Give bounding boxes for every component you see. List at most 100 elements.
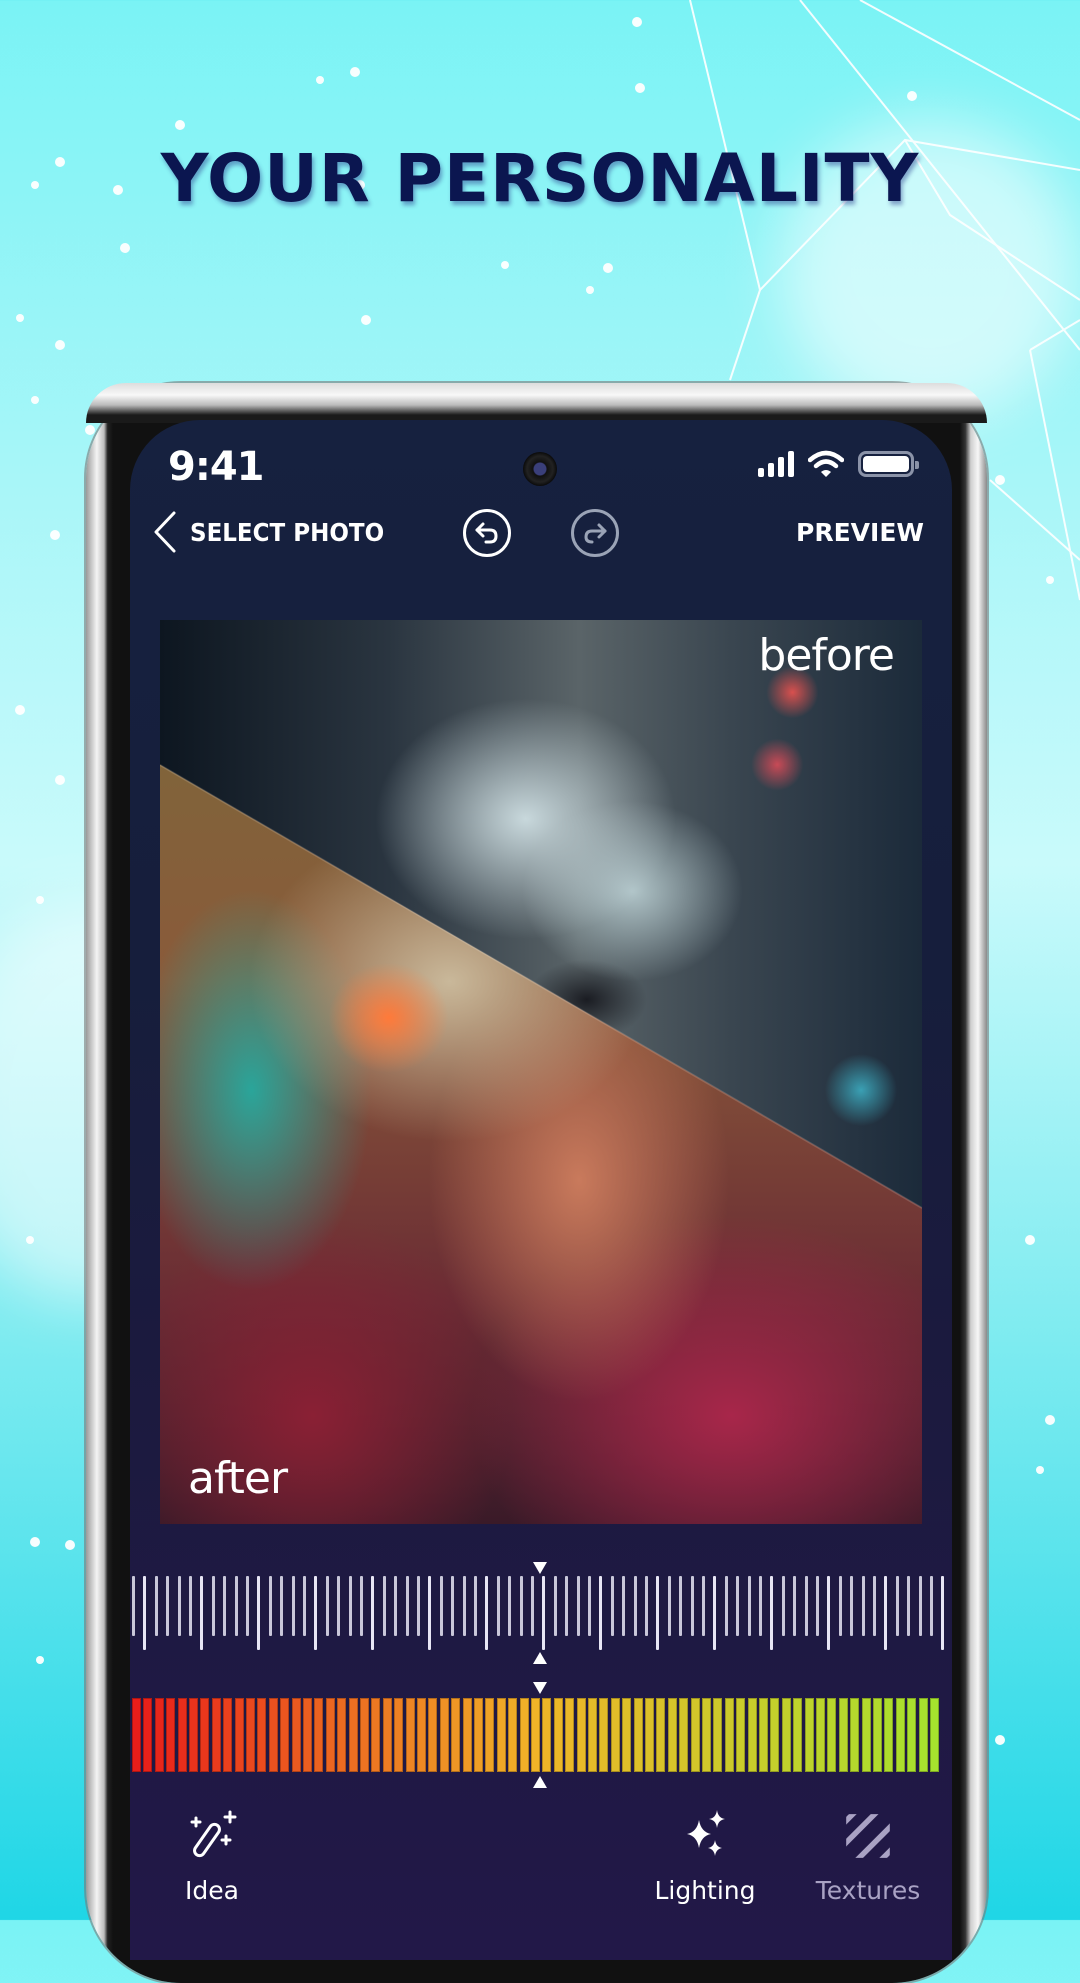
color-marker-bottom[interactable]: [533, 1776, 547, 1788]
ruler-tick: [234, 1576, 238, 1636]
color-segment: [702, 1698, 711, 1772]
color-segment: [838, 1698, 848, 1772]
color-segment: [576, 1698, 586, 1772]
color-segment: [542, 1698, 552, 1772]
ruler-tick: [462, 1576, 466, 1636]
ruler-tick: [360, 1576, 363, 1636]
ruler-tick: [428, 1576, 432, 1650]
ruler-tick: [143, 1576, 147, 1650]
texture-stripes-icon: [846, 1814, 890, 1858]
color-segment: [553, 1698, 563, 1772]
ruler-marker-bottom[interactable]: [533, 1652, 547, 1664]
before-label: before: [758, 630, 895, 681]
color-temperature-slider[interactable]: [130, 1682, 952, 1788]
wifi-icon: [808, 450, 844, 477]
color-segment: [439, 1698, 449, 1772]
ruler-tick: [325, 1576, 329, 1636]
tool-textures[interactable]: Textures: [798, 1808, 938, 1905]
tool-idea[interactable]: Idea: [142, 1808, 282, 1905]
color-segment: [348, 1698, 358, 1772]
color-segment: [268, 1698, 278, 1772]
ruler-tick: [838, 1576, 842, 1636]
ruler-tick: [314, 1576, 318, 1650]
ruler-tick: [177, 1576, 181, 1636]
ruler-tick: [280, 1576, 284, 1636]
intensity-ruler-slider[interactable]: [130, 1560, 952, 1670]
ruler-tick: [303, 1576, 306, 1636]
color-segment: [918, 1698, 928, 1772]
color-segment: [234, 1698, 244, 1772]
color-segment: [189, 1698, 198, 1772]
ruler-tick: [873, 1576, 876, 1636]
ruler-tick: [724, 1576, 728, 1636]
color-segment: [519, 1698, 529, 1772]
tool-lighting[interactable]: Lighting: [635, 1808, 775, 1905]
color-segment: [588, 1698, 597, 1772]
select-photo-label: SELECT PHOTO: [190, 517, 385, 547]
ruler-tick: [781, 1576, 785, 1636]
bottom-toolbar: Idea Lighting Textures: [130, 1800, 952, 1960]
color-segment: [382, 1698, 392, 1772]
ruler-tick: [371, 1576, 375, 1650]
color-segment: [531, 1698, 540, 1772]
color-segment: [907, 1698, 917, 1772]
ruler-tick: [337, 1576, 341, 1636]
undo-icon: [475, 522, 498, 544]
select-photo-button[interactable]: SELECT PHOTO: [152, 510, 401, 554]
ruler-tick: [553, 1576, 557, 1636]
color-marker-top[interactable]: [533, 1682, 547, 1694]
ruler-tick: [656, 1576, 660, 1650]
color-segment: [667, 1698, 677, 1772]
before-after-photo[interactable]: before after: [160, 620, 922, 1524]
ruler-tick: [850, 1576, 854, 1636]
color-segment: [143, 1698, 153, 1772]
after-label: after: [188, 1453, 288, 1504]
ruler-tick: [827, 1576, 831, 1650]
color-segment: [360, 1698, 369, 1772]
ruler-marker-top[interactable]: [533, 1562, 547, 1574]
tool-lighting-label: Lighting: [654, 1876, 756, 1905]
color-segment: [793, 1698, 803, 1772]
color-segment: [428, 1698, 438, 1772]
ruler-tick: [770, 1576, 774, 1650]
preview-button[interactable]: PREVIEW: [796, 518, 924, 547]
ruler-tick: [610, 1576, 614, 1636]
color-segment: [462, 1698, 472, 1772]
ruler-tick: [816, 1576, 819, 1636]
color-segment: [496, 1698, 506, 1772]
color-segment: [690, 1698, 700, 1772]
ruler-tick: [268, 1576, 272, 1636]
split-divider[interactable]: [160, 620, 922, 1524]
color-segment: [200, 1698, 210, 1772]
color-segment: [177, 1698, 187, 1772]
color-segment: [565, 1698, 575, 1772]
redo-icon: [584, 523, 607, 544]
ruler-tick: [793, 1576, 797, 1636]
color-segment: [132, 1698, 141, 1772]
color-segment: [930, 1698, 939, 1772]
ruler-tick: [508, 1576, 512, 1636]
undo-button[interactable]: [463, 509, 511, 557]
ruler-tick: [211, 1576, 215, 1636]
redo-button[interactable]: [571, 509, 619, 557]
color-segment: [291, 1698, 301, 1772]
ruler-tick: [348, 1576, 352, 1636]
ruler-tick: [474, 1576, 477, 1636]
ruler-tick: [679, 1576, 683, 1636]
color-segment: [405, 1698, 415, 1772]
ruler-tick: [519, 1576, 523, 1636]
ruler-tick: [576, 1576, 580, 1636]
ruler-tick: [907, 1576, 911, 1636]
ruler-tick: [154, 1576, 158, 1636]
color-segment: [371, 1698, 381, 1772]
color-segment: [246, 1698, 255, 1772]
color-segment: [622, 1698, 632, 1772]
color-segment: [736, 1698, 746, 1772]
promo-headline: YOUR PERSONALITY: [160, 140, 920, 217]
ruler-tick: [713, 1576, 717, 1650]
color-segment: [759, 1698, 768, 1772]
color-segment: [804, 1698, 814, 1772]
color-segment: [610, 1698, 620, 1772]
ruler-tick: [257, 1576, 261, 1650]
color-segment: [850, 1698, 860, 1772]
